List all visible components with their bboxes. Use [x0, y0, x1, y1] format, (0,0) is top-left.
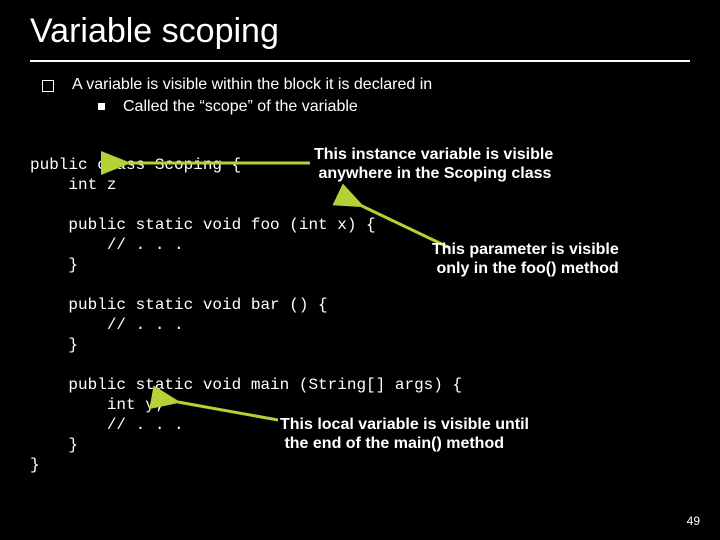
code-line: }	[30, 436, 78, 454]
code-line: public static void foo (int x) {	[30, 216, 376, 234]
arrow-icon	[120, 155, 320, 175]
bullet-level-1-text: A variable is visible within the block i…	[72, 75, 432, 95]
code-line: public static void bar () {	[30, 296, 328, 314]
code-line: }	[30, 256, 78, 274]
code-line: // . . .	[30, 416, 184, 434]
code-line: int z	[30, 176, 116, 194]
slide: Variable scoping A variable is visible w…	[0, 0, 720, 540]
annotation-parameter: This parameter is visible only in the fo…	[432, 240, 619, 278]
bullet-level-1: A variable is visible within the block i…	[42, 75, 690, 95]
code-line: }	[30, 456, 40, 474]
title-underline	[30, 60, 690, 62]
bullet-list: A variable is visible within the block i…	[42, 75, 690, 117]
code-line: int y;	[30, 396, 164, 414]
bullet-marker-outline	[42, 80, 54, 92]
code-line: // . . .	[30, 316, 184, 334]
annotation-instance-variable: This instance variable is visible anywhe…	[314, 145, 553, 183]
bullet-level-2: Called the “scope” of the variable	[98, 97, 690, 117]
annotation-local-variable: This local variable is visible until the…	[280, 415, 529, 453]
bullet-marker-square	[98, 103, 105, 110]
code-line: }	[30, 336, 78, 354]
page-number: 49	[687, 514, 700, 528]
code-line: // . . .	[30, 236, 184, 254]
code-line: public static void main (String[] args) …	[30, 376, 462, 394]
arrow-icon	[170, 398, 290, 428]
bullet-level-2-text: Called the “scope” of the variable	[123, 97, 358, 117]
slide-title: Variable scoping	[30, 12, 279, 51]
